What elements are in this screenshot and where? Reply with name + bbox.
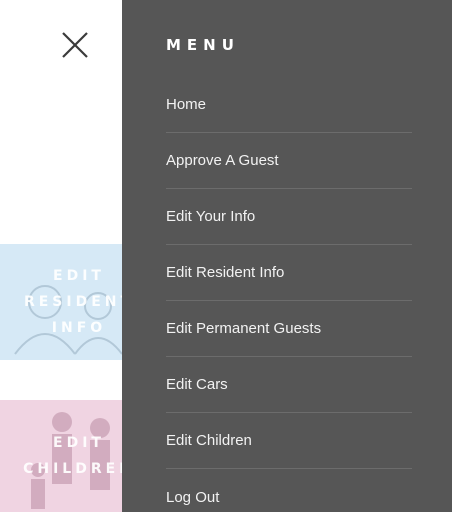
close-icon (62, 32, 88, 58)
menu-item-log-out[interactable]: Log Out (166, 469, 412, 512)
menu-item-edit-resident-info[interactable]: Edit Resident Info (166, 245, 412, 301)
menu-item-edit-your-info[interactable]: Edit Your Info (166, 189, 412, 245)
menu-item-home[interactable]: Home (166, 77, 412, 133)
menu-heading: MENU (166, 36, 240, 54)
side-menu-panel: MENU Home Approve A Guest Edit Your Info… (122, 0, 452, 512)
menu-item-edit-permanent-guests[interactable]: Edit Permanent Guests (166, 301, 412, 357)
menu-list: Home Approve A Guest Edit Your Info Edit… (166, 77, 412, 512)
menu-item-edit-cars[interactable]: Edit Cars (166, 357, 412, 413)
menu-item-approve-guest[interactable]: Approve A Guest (166, 133, 412, 189)
menu-item-edit-children[interactable]: Edit Children (166, 413, 412, 469)
close-menu-button[interactable] (58, 28, 92, 62)
